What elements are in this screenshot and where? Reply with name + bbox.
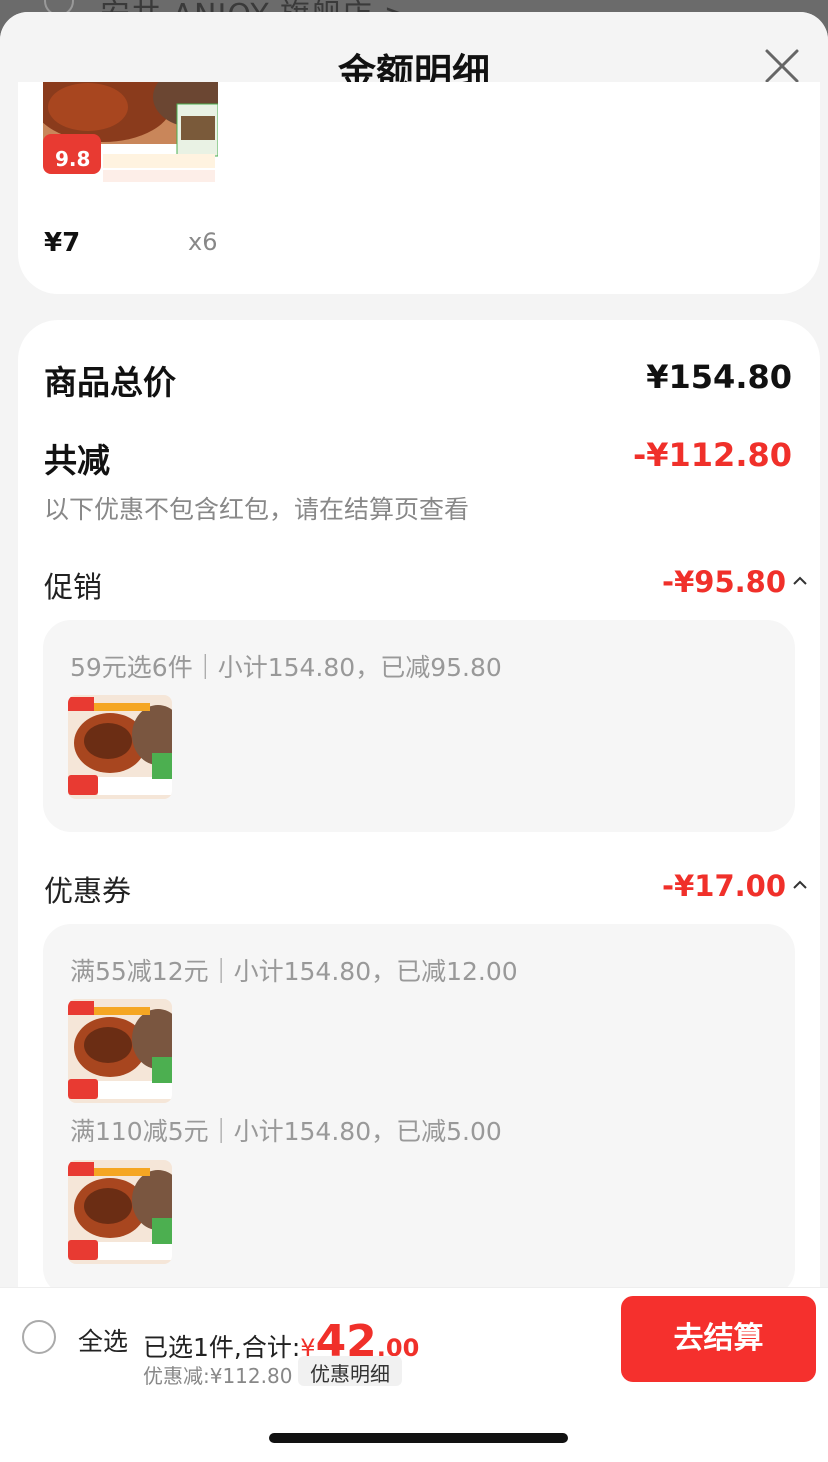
total-reduced-label: 共减 — [44, 441, 110, 480]
amount-detail-sheet: 金额明细 9.8 ¥7 x6 商品总价 ¥154.80 共减 -¥112.80 … — [0, 12, 828, 1462]
checkout-button[interactable]: 去结算 — [621, 1296, 816, 1382]
promotion-label: 促销 — [44, 570, 103, 604]
goods-total-value: ¥154.80 — [646, 358, 792, 396]
coupon-label: 优惠券 — [44, 874, 132, 908]
product-image[interactable]: 9.8 — [43, 82, 218, 210]
product-image-graphic: 9.8 — [43, 82, 218, 210]
goods-total-label: 商品总价 — [44, 363, 176, 402]
checkout-bar: 全选 已选1件,合计:¥42.00 优惠减:¥112.80 优惠明细 去结算 — [0, 1287, 828, 1388]
chevron-up-icon[interactable] — [792, 880, 808, 890]
coupon-product-thumb-2[interactable] — [68, 1160, 172, 1264]
product-thumb-graphic — [68, 1160, 172, 1264]
badge-price-text: 9.8 — [55, 147, 90, 171]
coupon-detail-box: 满55减12元｜小计154.80，已减12.00 满110减5元｜小计154.8… — [43, 924, 795, 1296]
select-all-label[interactable]: 全选 — [78, 1322, 128, 1358]
promotion-detail-text: 59元选6件｜小计154.80，已减95.80 — [70, 653, 502, 682]
amount-detail-card: 商品总价 ¥154.80 共减 -¥112.80 以下优惠不包含红包，请在结算页… — [18, 320, 820, 1320]
home-indicator-area — [0, 1387, 828, 1462]
product-card: 9.8 ¥7 x6 — [18, 82, 820, 294]
chevron-up-icon[interactable] — [792, 576, 808, 586]
discount-amount-text: 优惠减:¥112.80 — [143, 1364, 293, 1388]
product-price: ¥7 — [44, 228, 81, 258]
promotion-product-thumb[interactable] — [68, 695, 172, 799]
selected-count-text: 已选1件,合计: — [143, 1333, 301, 1362]
total-reduced-value: -¥112.80 — [632, 436, 792, 474]
promotion-value[interactable]: -¥95.80 — [662, 565, 786, 599]
discount-detail-button[interactable]: 优惠明细 — [298, 1356, 402, 1386]
discount-note: 以下优惠不包含红包，请在结算页查看 — [44, 495, 470, 524]
coupon-value[interactable]: -¥17.00 — [662, 869, 786, 903]
product-thumb-graphic — [68, 999, 172, 1103]
coupon-detail-text-1: 满55减12元｜小计154.80，已减12.00 — [70, 957, 518, 986]
close-icon[interactable] — [762, 46, 802, 86]
coupon-detail-text-2: 满110减5元｜小计154.80，已减5.00 — [70, 1117, 502, 1146]
product-quantity: x6 — [188, 228, 218, 256]
promotion-detail-box: 59元选6件｜小计154.80，已减95.80 — [43, 620, 795, 832]
home-indicator[interactable] — [269, 1433, 568, 1443]
select-all-radio[interactable] — [22, 1320, 56, 1354]
product-thumb-graphic — [68, 695, 172, 799]
coupon-product-thumb-1[interactable] — [68, 999, 172, 1103]
